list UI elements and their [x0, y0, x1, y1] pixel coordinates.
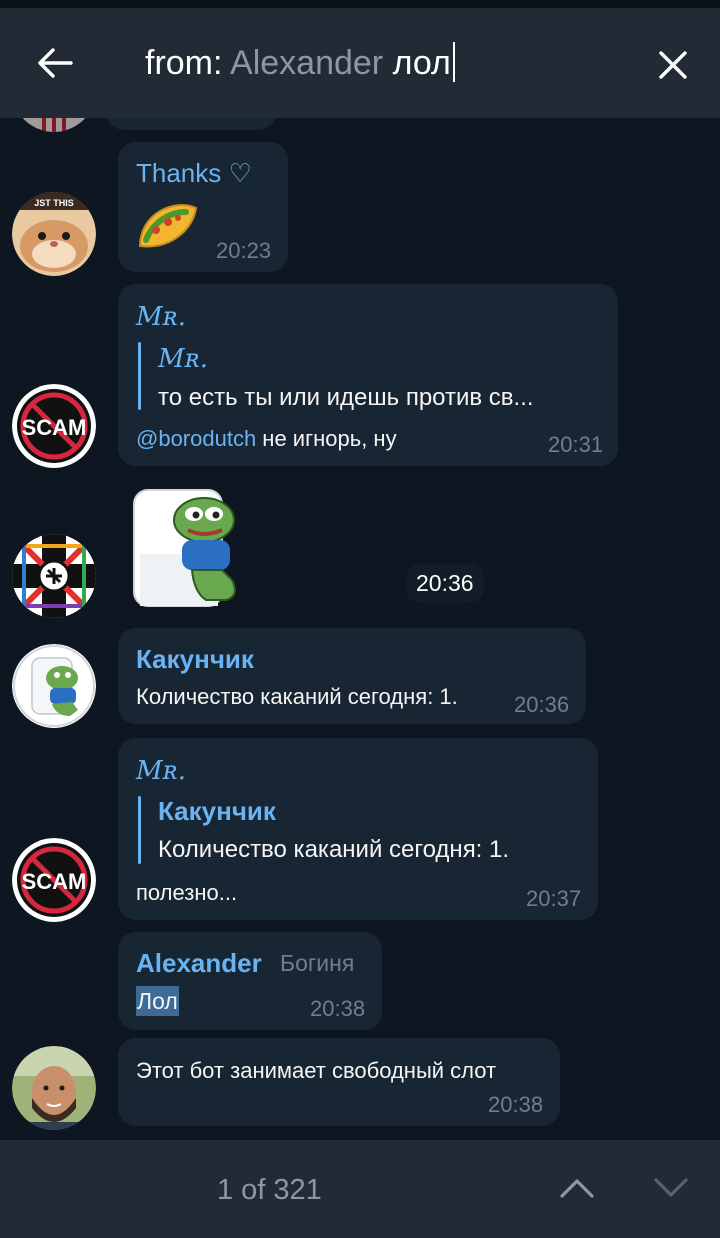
sender-rank: Богиня — [280, 950, 355, 976]
avatar-scam[interactable]: SCAM — [12, 838, 96, 922]
quote-bar — [138, 342, 141, 410]
search-highlight: Лол — [136, 986, 179, 1016]
message-time: 20:36 — [514, 692, 570, 717]
back-button[interactable] — [20, 36, 90, 90]
message-bubble-search-result[interactable]: Alexander Богиня Лол 20:38 — [118, 932, 382, 1030]
close-search-button[interactable] — [646, 38, 700, 92]
message-text-rest: не игнорь, ну — [256, 426, 397, 451]
message-sender[interactable]: Какунчик — [136, 644, 254, 675]
taco-sticker-icon — [138, 204, 198, 248]
search-input[interactable]: from: Alexander лол — [145, 42, 455, 86]
chat-search-screen: from: Alexander лол JST THIS Thanks ♡ 20… — [0, 0, 720, 1238]
message-sender[interactable]: Mʀ. — [136, 302, 186, 332]
message-text[interactable]: Количество каканий сегодня: 1. — [136, 684, 458, 710]
message-time: 20:38 — [310, 996, 366, 1021]
message-text[interactable]: полезно... — [136, 880, 237, 906]
avatar[interactable] — [12, 118, 96, 132]
sticker-time: 20:36 — [406, 564, 484, 603]
quote-text[interactable]: Количество каканий сегодня: 1. — [158, 836, 509, 864]
message-time: 20:23 — [216, 238, 272, 263]
avatar-pepe[interactable] — [12, 644, 96, 728]
message-bubble[interactable]: Этот бот занимает свободный слот 20:38 — [118, 1038, 560, 1126]
close-icon — [659, 51, 687, 79]
message-text[interactable]: Лол — [136, 986, 179, 1016]
search-prefix: from: — [145, 44, 223, 82]
message-bubble[interactable]: Какунчик Количество каканий сегодня: 1. … — [118, 628, 586, 724]
search-toolbar: from: Alexander лол — [0, 8, 720, 118]
quote-bar — [138, 796, 141, 864]
message-bubble-partial[interactable] — [106, 118, 276, 130]
scam-label: SCAM — [22, 869, 87, 894]
message-bubble[interactable]: Thanks ♡ 20:23 — [118, 142, 288, 272]
quote-sender[interactable]: Какунчик — [158, 796, 276, 827]
status-strip — [0, 0, 720, 8]
avatar-flag[interactable] — [12, 534, 96, 618]
pepe-toilet-icon — [122, 484, 250, 612]
pepe-toilet-sticker[interactable] — [122, 484, 250, 612]
message-time: 20:38 — [488, 1092, 544, 1117]
previous-result-button[interactable] — [550, 1164, 604, 1212]
svg-text:JST THIS: JST THIS — [34, 198, 74, 208]
search-user-filter: Alexander — [230, 44, 384, 82]
message-text: @borodutch не игнорь, ну — [136, 426, 397, 452]
text-caret — [452, 42, 455, 82]
message-list[interactable]: JST THIS Thanks ♡ 20:23 SCAM Mʀ. Mʀ. то … — [0, 118, 720, 1140]
message-sender[interactable]: Thanks ♡ — [136, 158, 252, 189]
quote-sender[interactable]: Mʀ. — [158, 344, 208, 374]
mention-link[interactable]: @borodutch — [136, 426, 256, 451]
scam-label: SCAM — [22, 415, 87, 440]
message-sender[interactable]: Alexander — [136, 948, 262, 979]
message-bubble[interactable]: Mʀ. Какунчик Количество каканий сегодня:… — [118, 738, 598, 920]
avatar-user[interactable] — [12, 1046, 96, 1130]
search-navigation-bar: 1 of 321 — [0, 1140, 720, 1238]
message-text[interactable]: Этот бот занимает свободный слот — [136, 1058, 496, 1084]
arrow-left-icon — [38, 48, 73, 78]
next-result-button[interactable] — [644, 1164, 698, 1212]
quote-text[interactable]: то есть ты или идешь против св... — [158, 384, 534, 412]
message-sender[interactable]: Mʀ. — [136, 756, 186, 786]
avatar-scam[interactable]: SCAM — [12, 384, 96, 468]
avatar-hamster[interactable]: JST THIS — [12, 192, 96, 276]
chevron-down-icon — [654, 1178, 688, 1197]
search-query: лол — [392, 44, 451, 82]
message-time: 20:31 — [548, 432, 604, 457]
message-time: 20:37 — [526, 886, 582, 911]
search-result-counter: 1 of 321 — [217, 1174, 322, 1206]
chevron-up-icon — [560, 1179, 594, 1198]
message-bubble[interactable]: Mʀ. Mʀ. то есть ты или идешь против св..… — [118, 284, 618, 466]
